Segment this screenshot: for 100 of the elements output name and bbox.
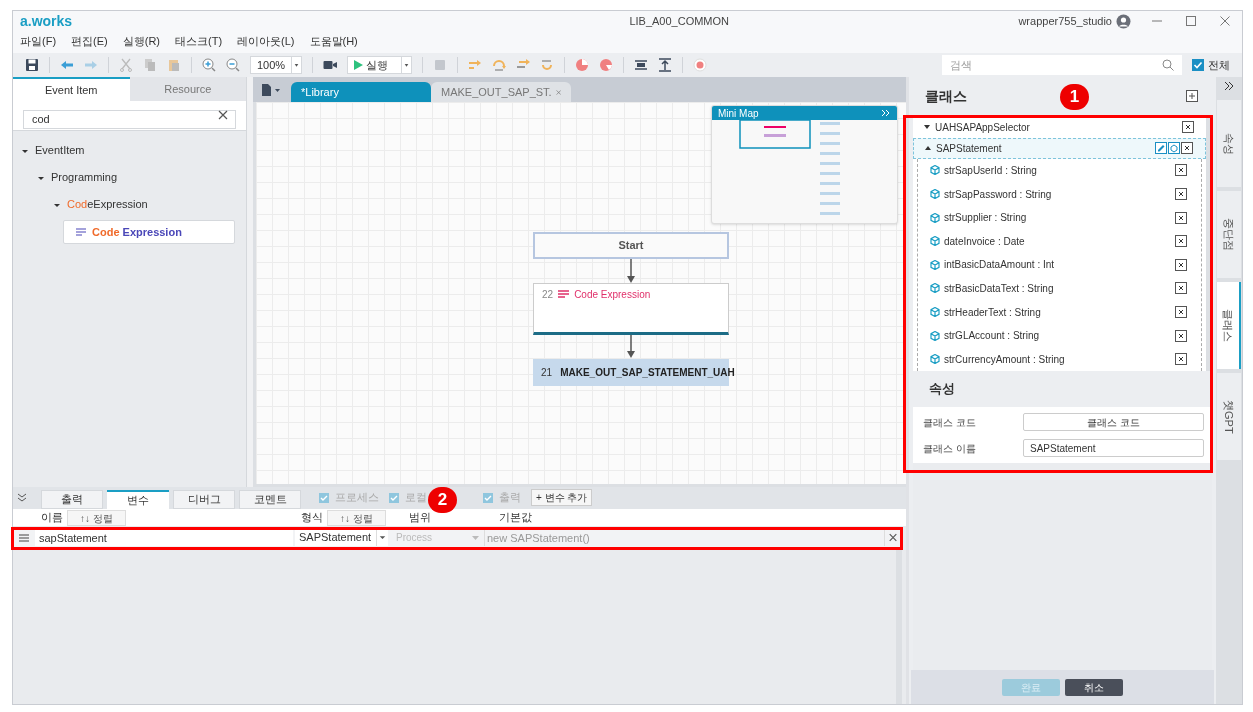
class-field: strCurrencyAmount : String (944, 351, 1175, 367)
panel-tab[interactable]: 출력 (41, 490, 103, 509)
panel-tab[interactable]: 변수 (107, 490, 169, 509)
side-tab[interactable]: 클래스 (1217, 282, 1241, 369)
panel-tab[interactable]: 코멘트 (239, 490, 301, 509)
class-field: strGLAccount : String (944, 328, 1175, 344)
caret-icon (401, 57, 411, 73)
class-field: dateInvoice : Date (944, 233, 1175, 249)
drag-handle-icon[interactable] (19, 533, 29, 542)
menu-item[interactable]: 편집(E) (71, 33, 108, 50)
property-field[interactable]: 클래스 코드 (1023, 413, 1204, 431)
cube-icon (930, 283, 940, 294)
class-field: strSapPassword : String (944, 186, 1175, 202)
panel-tab[interactable]: Event Item (13, 77, 130, 101)
panel-tab[interactable]: 디버그 (173, 490, 235, 509)
node-label: Code Expression (574, 288, 651, 302)
record-icon[interactable] (693, 58, 707, 72)
delete-icon[interactable] (1175, 188, 1187, 201)
checkbox[interactable] (483, 492, 493, 503)
panel-tab[interactable]: Resource (129, 77, 246, 101)
add-icon[interactable] (1186, 90, 1198, 102)
side-tab[interactable]: 중단점 (1217, 191, 1241, 278)
cube-icon (930, 354, 940, 365)
sort-button[interactable]: ↑↓ 정렬 (327, 509, 386, 526)
zoom-in-icon[interactable] (202, 58, 216, 72)
save-icon[interactable] (25, 58, 39, 72)
node-label: MAKE_OUT_SAP_STATEMENT_UAH (560, 366, 735, 380)
play-icon (353, 60, 363, 70)
side-tab[interactable]: 속성 (1217, 100, 1241, 187)
class-item[interactable]: SAPStatement (913, 137, 1206, 159)
cube-icon (930, 259, 940, 270)
document-tab[interactable]: MAKE_OUT_SAP_ST. (431, 82, 571, 102)
close-icon[interactable] (1219, 15, 1231, 27)
tree-item[interactable]: Code Expression (63, 220, 235, 244)
delete-icon[interactable] (1175, 353, 1187, 366)
checkbox[interactable] (319, 492, 329, 503)
property-field[interactable]: SAPStatement (1023, 439, 1204, 457)
menu-item[interactable]: 태스크(T) (175, 33, 223, 50)
code-expression-node[interactable]: 22 Code Expression (533, 283, 729, 335)
document-tab[interactable]: *Library (291, 82, 431, 102)
column-header: 기본값 (499, 510, 532, 526)
window-title: LIB_A00_COMMON (628, 13, 731, 29)
caret-icon (291, 57, 301, 73)
lines-icon (76, 228, 86, 236)
tree-item[interactable]: EventItem (35, 142, 85, 159)
side-tab[interactable]: 챗GPT (1217, 373, 1241, 460)
zoom-dropdown[interactable]: 100% (250, 56, 302, 74)
edit-icon[interactable] (1155, 142, 1167, 155)
delete-icon[interactable] (1181, 142, 1193, 155)
delete-icon[interactable] (1175, 258, 1187, 271)
menu-item[interactable]: 레이아웃(L) (237, 33, 295, 50)
search-field[interactable]: cod (23, 109, 236, 129)
add-variable-button[interactable]: + 변수 추가 (531, 489, 593, 506)
zoom-out-icon[interactable] (226, 58, 240, 72)
expand-icon[interactable] (1224, 81, 1234, 91)
lines-icon (558, 290, 570, 298)
user-avatar-icon (1116, 13, 1131, 29)
checkbox[interactable] (1192, 59, 1204, 71)
checkbox-label: 전체 (1208, 57, 1230, 73)
delete-icon[interactable] (1175, 164, 1187, 177)
start-node[interactable]: Start (533, 232, 729, 259)
tree-item[interactable]: Programming (51, 169, 118, 186)
align-center-icon[interactable] (634, 58, 648, 72)
search-field[interactable]: 검색 (942, 55, 1182, 75)
delete-icon[interactable] (1175, 306, 1187, 318)
align-top-icon[interactable] (658, 58, 672, 72)
class-field: strHeaderText : String (944, 304, 1175, 320)
document-menu-icon[interactable] (261, 84, 281, 96)
menu-item[interactable]: 실행(R) (122, 33, 160, 50)
caret-icon (472, 535, 479, 540)
column-header: 이름 (41, 510, 63, 526)
delete-icon[interactable] (1175, 211, 1187, 224)
user-name: wrapper755_studio (1018, 13, 1112, 29)
checkbox-label: 프로세스 (335, 490, 379, 506)
caret-icon[interactable] (924, 144, 932, 153)
run-button[interactable]: 실행 (347, 56, 412, 74)
node-number: 22 (542, 288, 554, 302)
footer-button[interactable]: 취소 (1065, 678, 1123, 696)
delete-icon[interactable] (1182, 121, 1194, 134)
clear-icon[interactable] (218, 110, 228, 120)
maximize-icon[interactable] (1185, 15, 1197, 27)
tree-item[interactable]: CodeExpression (67, 196, 148, 213)
connector-arrow (626, 259, 636, 284)
delete-icon[interactable] (1175, 329, 1187, 342)
cube-icon (930, 212, 940, 223)
cube-icon (930, 307, 940, 317)
left-arrow-icon[interactable] (60, 58, 74, 72)
delete-icon[interactable] (1175, 282, 1187, 295)
menu-item[interactable]: 파일(F) (20, 33, 57, 50)
delete-icon[interactable] (1175, 235, 1187, 248)
column-header: 범위 (409, 510, 431, 526)
cube-icon (930, 236, 940, 247)
sort-button[interactable]: ↑↓ 정렬 (67, 509, 126, 526)
cube-icon (930, 330, 940, 341)
collapse-icon[interactable] (17, 493, 27, 503)
checkbox[interactable] (389, 492, 399, 503)
checkbox-label: 로컬 (405, 490, 427, 506)
menu-item[interactable]: 도움말(H) (309, 33, 358, 50)
caret-icon (376, 529, 388, 546)
video-camera-icon[interactable] (323, 58, 337, 72)
